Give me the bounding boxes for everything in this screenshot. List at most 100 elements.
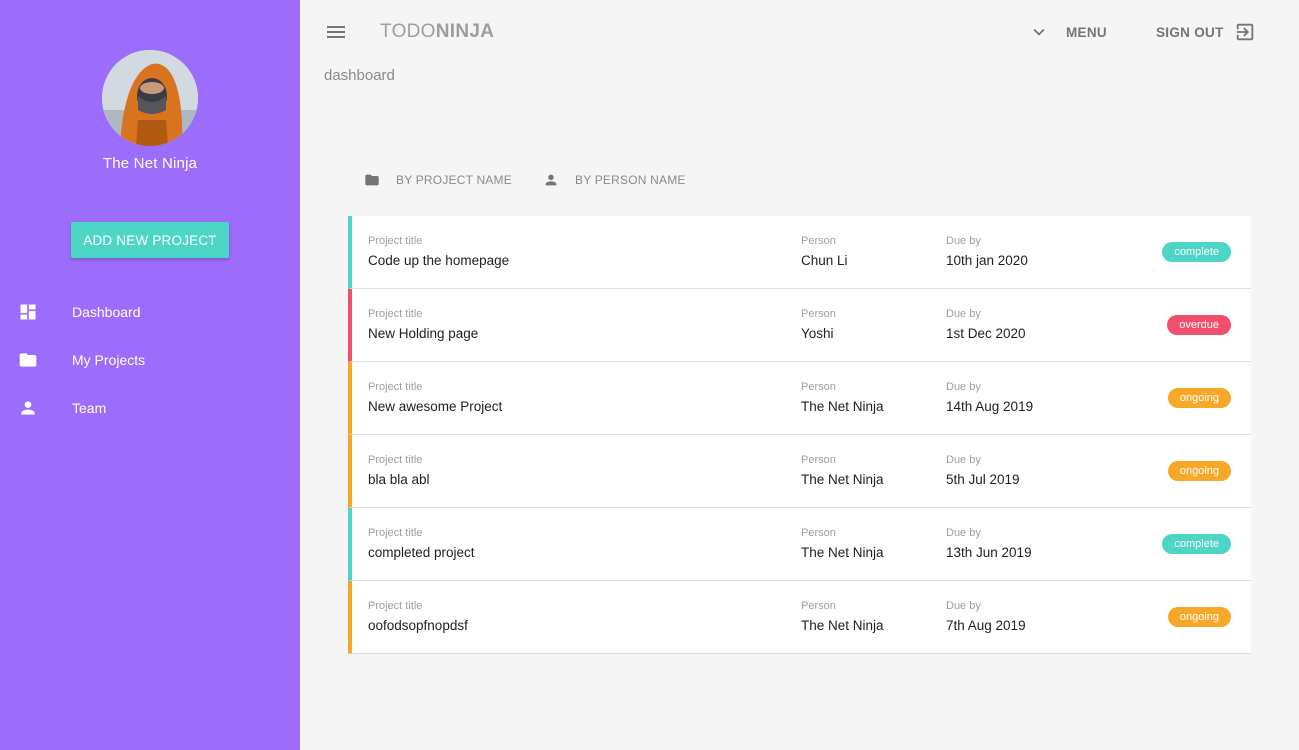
person-caption: Person (801, 600, 836, 612)
due-caption: Due by (946, 527, 981, 539)
person-icon (545, 174, 557, 186)
navigation-drawer: The Net Ninja ADD NEW PROJECT Dashboard … (0, 0, 300, 750)
due-date: 10th jan 2020 (946, 253, 1028, 268)
sort-by-project-button[interactable]: BY PROJECT NAME (364, 168, 512, 192)
person-cell: Person Chun Li (801, 235, 848, 268)
project-title-cell: Project title New awesome Project (368, 381, 502, 414)
project-title-cell: Project title completed project (368, 527, 475, 560)
project-title-caption: Project title (368, 600, 423, 612)
project-title: Code up the homepage (368, 253, 510, 268)
project-row[interactable]: Project title completed project Person T… (348, 508, 1251, 581)
person-cell: Person The Net Ninja (801, 454, 884, 487)
person-name: The Net Ninja (801, 545, 884, 560)
due-date: 14th Aug 2019 (946, 399, 1034, 414)
due-date: 5th Jul 2019 (946, 472, 1020, 487)
sort-by-person-label: BY PERSON NAME (575, 173, 686, 187)
project-title-cell: Project title New Holding page (368, 308, 478, 341)
due-date: 7th Aug 2019 (946, 618, 1026, 633)
due-cell: Due by 13th Jun 2019 (946, 527, 1032, 560)
project-title: bla bla abl (368, 472, 430, 487)
project-title: New awesome Project (368, 399, 503, 414)
project-title: oofodsopfnopdsf (368, 618, 468, 633)
due-caption: Due by (946, 235, 981, 247)
person-cell: Person The Net Ninja (801, 600, 884, 633)
add-new-project-button[interactable]: ADD NEW PROJECT (71, 222, 229, 258)
hamburger-icon (327, 26, 345, 38)
person-icon (0, 398, 72, 418)
project-title-caption: Project title (368, 308, 423, 320)
project-title-caption: Project title (368, 527, 423, 539)
due-caption: Due by (946, 454, 981, 466)
project-row[interactable]: Project title oofodsopfnopdsf Person The… (348, 581, 1251, 654)
project-title-cell: Project title Code up the homepage (368, 235, 509, 268)
due-date: 1st Dec 2020 (946, 326, 1026, 341)
due-cell: Due by 1st Dec 2020 (946, 308, 1026, 341)
app-toolbar: TODONINJA MENU SIGN OUT (300, 0, 1299, 64)
exit-icon (1236, 23, 1253, 41)
status-badge: ongoing (1167, 607, 1231, 627)
sidebar-item-label: My Projects (72, 352, 146, 368)
user-name: The Net Ninja (102, 155, 198, 172)
project-title-caption: Project title (368, 381, 423, 393)
chevron-down-icon (1033, 28, 1045, 36)
status-badge: ongoing (1167, 388, 1231, 408)
status-badge: complete (1162, 534, 1231, 554)
menu-toggle-button[interactable] (324, 20, 348, 44)
sidebar-item-label: Dashboard (72, 304, 141, 320)
project-title-caption: Project title (368, 454, 423, 466)
person-cell: Person The Net Ninja (801, 381, 884, 414)
due-cell: Due by 10th jan 2020 (946, 235, 1028, 268)
menu-label: MENU (1066, 24, 1107, 40)
due-caption: Due by (946, 600, 981, 612)
sidebar-item-my-projects[interactable]: My Projects (0, 336, 300, 384)
person-caption: Person (801, 235, 836, 247)
project-title-cell: Project title bla bla abl (368, 454, 430, 487)
status-badge: ongoing (1167, 461, 1231, 481)
sign-out-label: SIGN OUT (1156, 24, 1224, 40)
person-caption: Person (801, 308, 836, 320)
person-name: The Net Ninja (801, 399, 884, 414)
project-title-cell: Project title oofodsopfnopdsf (368, 600, 468, 633)
person-caption: Person (801, 381, 836, 393)
person-cell: Person The Net Ninja (801, 527, 884, 560)
status-badge: overdue (1167, 315, 1231, 335)
brand-light: TODO (380, 21, 436, 42)
project-title: New Holding page (368, 326, 479, 341)
person-name: The Net Ninja (801, 472, 884, 487)
person-caption: Person (801, 527, 836, 539)
sidebar-item-dashboard[interactable]: Dashboard (0, 288, 300, 336)
person-name: Chun Li (801, 253, 848, 268)
project-title: completed project (368, 545, 475, 560)
due-date: 13th Jun 2019 (946, 545, 1032, 560)
avatar (102, 50, 198, 146)
person-name: Yoshi (801, 326, 834, 341)
sidebar-item-team[interactable]: Team (0, 384, 300, 432)
project-list: Project title Code up the homepage Perso… (348, 216, 1251, 654)
folder-icon (365, 174, 379, 186)
project-row[interactable]: Project title Code up the homepage Perso… (348, 216, 1251, 289)
project-row[interactable]: Project title New awesome Project Person… (348, 362, 1251, 435)
sort-by-person-button[interactable]: BY PERSON NAME (543, 168, 686, 192)
app-title: TODONINJA (380, 21, 494, 43)
person-cell: Person Yoshi (801, 308, 836, 341)
project-row[interactable]: Project title New Holding page Person Yo… (348, 289, 1251, 362)
brand-bold: NINJA (435, 21, 495, 42)
page-title: dashboard (324, 67, 395, 84)
due-cell: Due by 14th Aug 2019 (946, 381, 1033, 414)
project-title-caption: Project title (368, 235, 423, 247)
person-caption: Person (801, 454, 836, 466)
status-badge: complete (1162, 242, 1231, 262)
sign-out-button[interactable]: SIGN OUT (1156, 16, 1256, 48)
due-caption: Due by (946, 308, 981, 320)
folder-icon (0, 350, 72, 370)
due-caption: Due by (946, 381, 981, 393)
due-cell: Due by 7th Aug 2019 (946, 600, 1026, 633)
dashboard-icon (0, 302, 72, 322)
person-name: The Net Ninja (801, 618, 884, 633)
menu-dropdown-button[interactable]: MENU (1028, 16, 1107, 48)
sidebar-item-label: Team (72, 400, 107, 416)
sort-by-project-label: BY PROJECT NAME (396, 173, 512, 187)
due-cell: Due by 5th Jul 2019 (946, 454, 1020, 487)
nav-list: Dashboard My Projects Team (0, 288, 300, 432)
project-row[interactable]: Project title bla bla abl Person The Net… (348, 435, 1251, 508)
